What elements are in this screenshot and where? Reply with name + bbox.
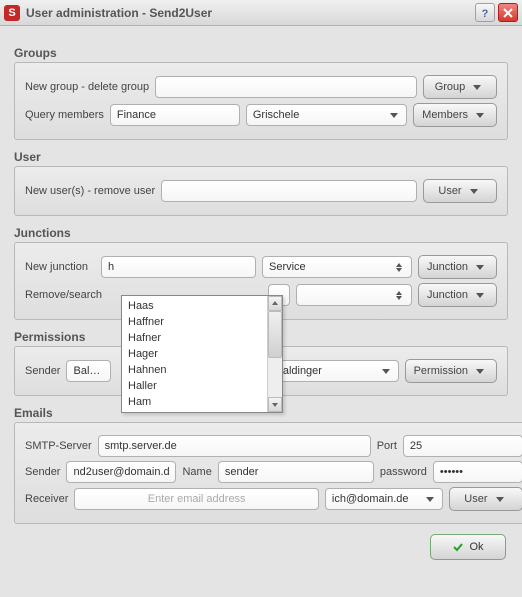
group-button[interactable]: Group	[423, 75, 497, 99]
svg-text:?: ?	[482, 8, 489, 19]
password-input[interactable]	[433, 461, 522, 483]
remove-select[interactable]	[296, 284, 412, 306]
autocomplete-dropdown: Haas Haffner Hafner Hager Hahnen Haller …	[121, 295, 283, 413]
password-label: password	[380, 466, 427, 478]
autocomplete-item[interactable]: Hafner	[122, 330, 267, 346]
autocomplete-item[interactable]: Hager	[122, 346, 267, 362]
spin-icon	[391, 287, 407, 303]
email-user-button[interactable]: User	[449, 487, 522, 511]
close-button[interactable]	[498, 3, 518, 22]
app-icon: S	[4, 5, 20, 21]
name-input[interactable]	[218, 461, 374, 483]
scroll-track[interactable]	[268, 311, 282, 397]
perm-sender-select[interactable]: Baldinger	[66, 360, 111, 382]
help-button[interactable]: ?	[475, 3, 495, 22]
chevron-down-icon	[422, 491, 438, 507]
receiver-input[interactable]	[74, 488, 319, 510]
port-label: Port	[377, 440, 397, 452]
chevron-down-icon	[472, 287, 488, 303]
chevron-down-icon	[466, 183, 482, 199]
chevron-down-icon	[378, 363, 394, 379]
scroll-down-icon[interactable]	[268, 397, 282, 412]
user-heading: User	[14, 150, 508, 164]
chevron-down-icon	[472, 363, 488, 379]
new-user-label: New user(s) - remove user	[25, 185, 155, 197]
port-input[interactable]	[403, 435, 522, 457]
scrollbar[interactable]	[267, 296, 282, 412]
user-button[interactable]: User	[423, 179, 497, 203]
chevron-down-icon	[469, 79, 485, 95]
new-junction-input[interactable]	[101, 256, 256, 278]
user-panel: New user(s) - remove user User	[14, 166, 508, 216]
junctions-heading: Junctions	[14, 226, 508, 240]
receiver-label: Receiver	[25, 493, 68, 505]
name-label: Name	[182, 466, 211, 478]
junction-button-2[interactable]: Junction	[418, 283, 497, 307]
new-group-input[interactable]	[155, 76, 417, 98]
groups-panel: New group - delete group Group Query mem…	[14, 62, 508, 140]
query-members-input[interactable]	[110, 104, 240, 126]
receiver-select[interactable]: ich@domain.de	[325, 488, 443, 510]
permission-button[interactable]: Permission	[405, 359, 497, 383]
spin-icon	[391, 259, 407, 275]
autocomplete-item[interactable]: Hahnen	[122, 362, 267, 378]
scroll-up-icon[interactable]	[268, 296, 282, 311]
autocomplete-item[interactable]: Haller	[122, 378, 267, 394]
member-select[interactable]: Grischele	[246, 104, 407, 126]
chevron-down-icon	[386, 107, 402, 123]
perm-sender-label: Sender	[25, 365, 60, 377]
autocomplete-item[interactable]: Ham	[122, 394, 267, 410]
chevron-down-icon	[472, 107, 488, 123]
check-icon	[452, 541, 464, 553]
ok-button[interactable]: Ok	[430, 534, 506, 560]
perm-receiver-select[interactable]: Baldinger	[268, 360, 398, 382]
smtp-input[interactable]	[98, 435, 371, 457]
new-junction-label: New junction	[25, 261, 95, 273]
members-button[interactable]: Members	[413, 103, 497, 127]
new-group-label: New group - delete group	[25, 81, 149, 93]
query-members-label: Query members	[25, 109, 104, 121]
chevron-down-icon	[492, 491, 508, 507]
groups-heading: Groups	[14, 46, 508, 60]
emails-panel: SMTP-Server Port Sender Name password Re…	[14, 422, 522, 524]
autocomplete-list: Haas Haffner Hafner Hager Hahnen Haller …	[122, 296, 267, 412]
window-title: User administration - Send2User	[26, 6, 472, 20]
remove-search-label: Remove/search	[25, 289, 103, 301]
junction-button[interactable]: Junction	[418, 255, 497, 279]
autocomplete-item[interactable]: Haas	[122, 298, 267, 314]
title-bar: S User administration - Send2User ?	[0, 0, 522, 26]
autocomplete-item[interactable]: Haffner	[122, 314, 267, 330]
chevron-down-icon	[472, 259, 488, 275]
new-user-input[interactable]	[161, 180, 417, 202]
email-sender-input[interactable]	[66, 461, 176, 483]
email-sender-label: Sender	[25, 466, 60, 478]
svg-text:S: S	[8, 7, 15, 19]
service-select[interactable]: Service	[262, 256, 412, 278]
smtp-label: SMTP-Server	[25, 440, 92, 452]
scroll-thumb[interactable]	[268, 311, 282, 358]
